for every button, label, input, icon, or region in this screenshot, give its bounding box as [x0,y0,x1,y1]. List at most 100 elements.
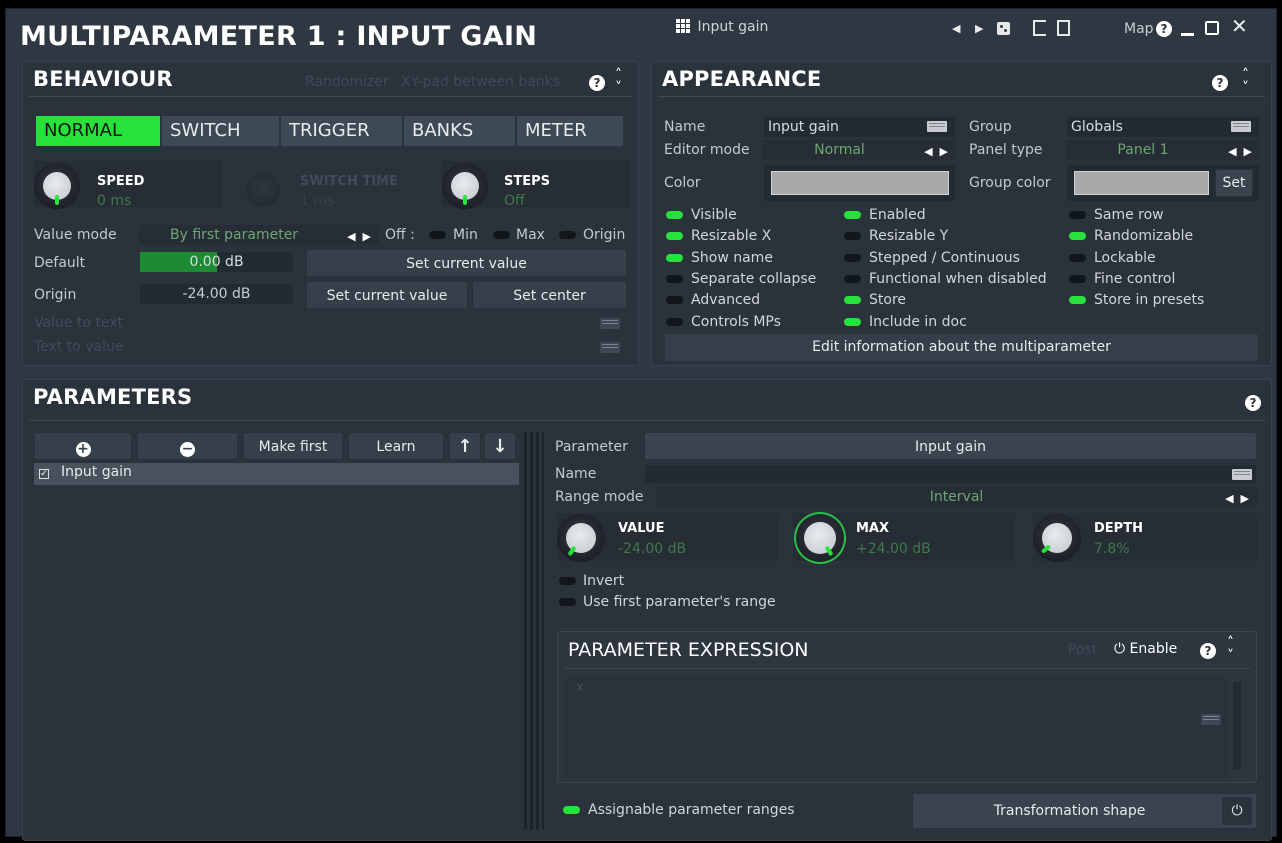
randomizer-label[interactable]: Randomizer [305,72,389,92]
invert-label[interactable]: Invert [583,572,624,590]
toggle-label[interactable]: Include in doc [869,313,967,331]
off-origin-led[interactable] [559,231,576,239]
editor-mode-arrows-icon[interactable]: ◀▶ [924,143,955,161]
group-color-swatch[interactable] [1074,171,1209,195]
panel-type-select[interactable]: Panel 1 ◀▶ [1066,140,1260,160]
learn-button[interactable]: Learn [348,432,444,460]
toggle-led[interactable] [844,275,861,283]
toggle-led[interactable] [1069,254,1086,262]
tab-normal[interactable]: NORMAL [36,116,160,146]
toggle-label[interactable]: Advanced [691,291,760,309]
toggle-led[interactable] [666,232,683,240]
assignable-ranges-label[interactable]: Assignable parameter ranges [588,801,795,819]
toggle-led[interactable] [1069,232,1086,240]
expression-editor[interactable]: x [564,676,1228,778]
move-up-icon[interactable]: ↑ [449,432,481,460]
list-item[interactable]: ✓ Input gain [34,463,519,485]
default-slider[interactable]: 0.00 dB [139,251,294,273]
toggle-label[interactable]: Visible [691,206,737,224]
panel-type-arrows-icon[interactable]: ◀▶ [1228,143,1259,161]
use-first-range-label[interactable]: Use first parameter's range [583,593,776,611]
map-button[interactable]: Map [1124,19,1154,39]
keyboard-icon[interactable] [1231,121,1251,132]
collapse-icon[interactable]: ˄ ˅ [1227,636,1234,663]
toggle-led[interactable] [666,211,683,219]
toggle-label[interactable]: Functional when disabled [869,270,1047,288]
toggle-label[interactable]: Separate collapse [691,270,816,288]
group-color-set-button[interactable]: Set [1215,169,1253,197]
minimize-icon[interactable] [1181,33,1194,36]
toggle-label[interactable]: Enabled [869,206,926,224]
toggle-led[interactable] [1069,296,1086,304]
tab-banks[interactable]: BANKS [404,116,515,146]
origin-field[interactable]: -24.00 dB [139,283,294,305]
value-mode-select[interactable]: By first parameter ◀▶ [139,225,379,245]
toggle-label[interactable]: Controls MPs [691,313,781,331]
parameter-select-button[interactable]: Input gain [644,432,1257,460]
xy-pad-label[interactable]: XY-pad between banks [401,72,560,92]
close-icon[interactable]: ✕ [1231,16,1248,36]
steps-knob[interactable] [442,163,488,209]
collapse-icon[interactable]: ˄ ˅ [1242,68,1249,95]
invert-led[interactable] [559,577,576,585]
move-down-icon[interactable]: ↓ [484,432,516,460]
range-mode-arrows-icon[interactable]: ◀▶ [1225,490,1256,508]
random-icon[interactable] [997,22,1010,35]
toggle-led[interactable] [666,318,683,326]
help-icon[interactable]: ? [589,75,605,91]
toggle-label[interactable]: Same row [1094,206,1164,224]
previous-icon[interactable]: ◀ [952,19,960,39]
toggle-led[interactable] [844,296,861,304]
off-origin-label[interactable]: Origin [583,225,625,245]
use-first-range-led[interactable] [559,598,576,606]
keyboard-icon[interactable] [927,121,947,132]
editor-mode-select[interactable]: Normal ◀▶ [763,140,956,160]
group-field[interactable]: Globals [1066,116,1260,138]
help-icon[interactable]: ? [1245,395,1261,411]
color-swatch[interactable] [771,171,949,195]
make-first-button[interactable]: Make first [243,432,343,460]
toggle-led[interactable] [844,211,861,219]
collapse-icon[interactable]: ˄ ˅ [615,68,622,95]
off-min-led[interactable] [429,231,446,239]
next-icon[interactable]: ▶ [975,19,983,39]
toggle-led[interactable] [666,275,683,283]
remove-parameter-button[interactable]: − [137,432,238,460]
tab-meter[interactable]: METER [517,116,623,146]
toggle-label[interactable]: Store in presets [1094,291,1204,309]
toggle-led[interactable] [844,232,861,240]
origin-set-current-value-button[interactable]: Set current value [306,281,468,309]
value-knob[interactable] [557,514,605,562]
copy-icon[interactable] [1033,20,1046,36]
add-parameter-button[interactable]: + [34,432,132,460]
post-label[interactable]: Post [1068,642,1097,658]
toggle-led[interactable] [1069,211,1086,219]
help-icon[interactable]: ? [1200,643,1216,659]
depth-knob[interactable] [1033,514,1081,562]
preset-selector[interactable]: Input gain [676,19,768,35]
off-min-label[interactable]: Min [453,225,478,245]
speed-knob[interactable] [34,163,80,209]
paste-icon[interactable] [1057,20,1070,36]
toggle-led[interactable] [666,296,683,304]
off-max-led[interactable] [493,231,510,239]
param-name-field[interactable] [644,464,1257,484]
transformation-shape-button[interactable]: Transformation shape ⏻ [912,793,1257,829]
toggle-label[interactable]: Randomizable [1094,227,1193,245]
power-icon[interactable]: ⏻ [1222,797,1252,825]
toggle-label[interactable]: Store [869,291,906,309]
assignable-ranges-led[interactable] [563,806,580,814]
maximize-icon[interactable] [1205,21,1219,35]
toggle-led[interactable] [844,254,861,262]
set-center-button[interactable]: Set center [472,281,627,309]
expression-enable-toggle[interactable]: ⏻ Enable [1114,641,1177,657]
toggle-led[interactable] [844,318,861,326]
edit-info-button[interactable]: Edit information about the multiparamete… [664,333,1259,362]
toggle-label[interactable]: Stepped / Continuous [869,249,1020,267]
tab-switch[interactable]: SWITCH [162,116,279,146]
toggle-led[interactable] [666,254,683,262]
range-mode-select[interactable]: Interval ◀▶ [656,487,1257,507]
toggle-label[interactable]: Resizable Y [869,227,948,245]
set-current-value-button[interactable]: Set current value [306,249,627,277]
toggle-led[interactable] [1069,275,1086,283]
